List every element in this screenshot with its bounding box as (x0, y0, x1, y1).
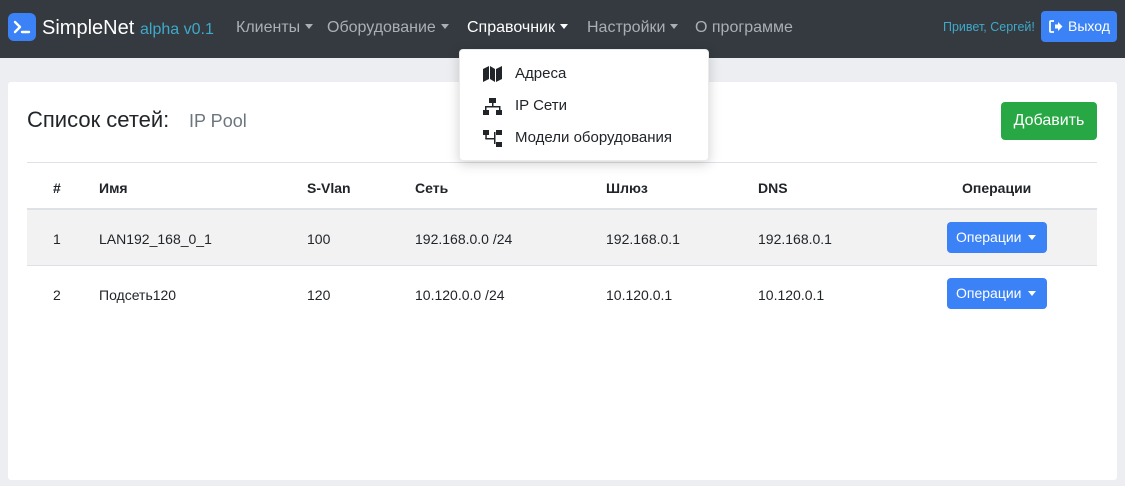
nav-item-clients[interactable]: Клиенты (236, 18, 314, 38)
cell-network: 10.120.0.0 /24 (415, 287, 505, 303)
nav-item-label: Оборудование (327, 19, 436, 36)
nav-item-equipment[interactable]: Оборудование (327, 18, 449, 38)
operations-label: Операции (956, 229, 1022, 245)
cell-gateway: 192.168.0.1 (606, 231, 680, 247)
table-divider (27, 265, 1097, 266)
operations-button[interactable]: Операции (947, 278, 1047, 309)
menu-item-label: IP Сети (515, 97, 567, 114)
column-header-svlan: S-Vlan (307, 180, 351, 196)
column-header-num: # (53, 180, 61, 196)
brand-name[interactable]: SimpleNet (42, 16, 134, 40)
terminal-icon[interactable] (8, 13, 36, 41)
brand-version: alpha v0.1 (140, 21, 214, 38)
nav-item-label: Настройки (587, 19, 666, 36)
sign-out-icon (1049, 20, 1063, 33)
column-header-network: Сеть (415, 180, 449, 196)
cell-svlan: 120 (307, 287, 331, 303)
nav-item-about[interactable]: О программе (695, 18, 793, 38)
caret-down-icon (670, 24, 679, 29)
menu-item-addresses[interactable]: Адреса (460, 59, 708, 89)
cell-gateway: 10.120.0.1 (606, 287, 673, 303)
map-icon (483, 66, 502, 82)
caret-down-icon (560, 24, 568, 29)
nav-item-reference[interactable]: Справочник (467, 18, 568, 38)
page-title: Список сетей: (27, 107, 170, 132)
column-header-operations: Операции (962, 180, 1032, 196)
cell-num: 1 (53, 231, 61, 247)
sitemap-icon (483, 130, 502, 147)
operations-label: Операции (956, 285, 1022, 301)
user-greeting: Привет, Сергей! (943, 20, 1035, 34)
column-header-name: Имя (99, 180, 128, 196)
cell-dns: 10.120.0.1 (758, 287, 825, 303)
cell-network: 192.168.0.0 /24 (415, 231, 513, 247)
menu-item-label: Адреса (515, 65, 567, 82)
cell-dns: 192.168.0.1 (758, 231, 832, 247)
table-divider (27, 162, 1097, 163)
logout-label: Выход (1068, 18, 1110, 34)
caret-down-icon (305, 24, 314, 29)
add-button[interactable]: Добавить (1001, 102, 1097, 140)
nav-item-settings[interactable]: Настройки (587, 18, 679, 38)
logout-button[interactable]: Выход (1041, 11, 1117, 42)
caret-down-icon (1028, 235, 1036, 240)
caret-down-icon (440, 24, 449, 29)
page-subtitle: IP Pool (189, 111, 247, 131)
caret-down-icon (1028, 291, 1036, 296)
nav-item-label: Справочник (467, 19, 555, 36)
menu-item-equipment-models[interactable]: Модели оборудования (460, 123, 708, 153)
column-header-dns: DNS (758, 180, 788, 196)
cell-name: Подсеть120 (99, 287, 177, 303)
cell-num: 2 (53, 287, 61, 303)
cell-svlan: 100 (307, 231, 331, 247)
networks-table: # Имя S-Vlan Сеть Шлюз DNS Операции 1 LA… (27, 162, 1097, 309)
cell-name: LAN192_168_0_1 (99, 231, 212, 247)
menu-item-label: Модели оборудования (515, 129, 673, 146)
menu-item-ip-networks[interactable]: IP Сети (460, 91, 708, 121)
nav-item-label: О программе (695, 19, 793, 36)
nav-item-label: Клиенты (236, 19, 301, 36)
network-icon (483, 98, 502, 115)
reference-dropdown-menu: Адреса IP Сети Модели оборудования (459, 49, 709, 161)
column-header-gateway: Шлюз (606, 180, 648, 196)
operations-button[interactable]: Операции (947, 222, 1047, 253)
